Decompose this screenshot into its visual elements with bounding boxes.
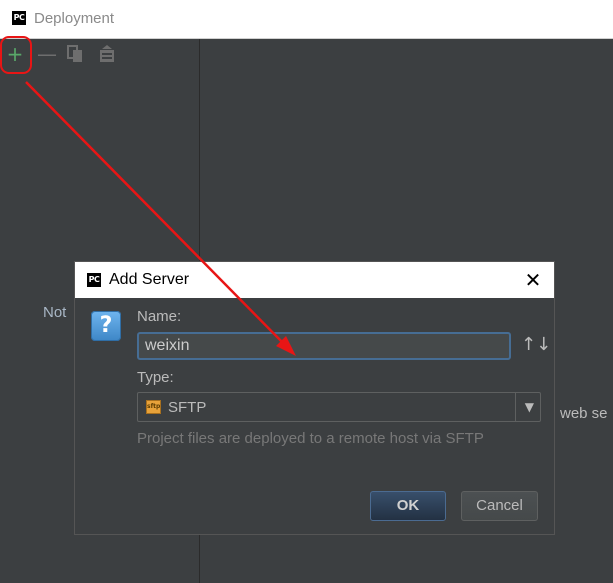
empty-server-list-text: Not [43, 304, 67, 321]
cancel-button[interactable]: Cancel [461, 491, 538, 521]
sort-icon[interactable]: ↑↓ [521, 334, 551, 356]
dialog-title: Add Server [109, 271, 190, 288]
type-description: Project files are deployed to a remote h… [137, 430, 484, 447]
move-icon[interactable] [96, 43, 118, 65]
pycharm-logo-icon: PC [87, 273, 101, 287]
annotation-highlight-circle [0, 36, 32, 74]
window-title: Deployment [34, 10, 115, 27]
name-label: Name: [137, 308, 182, 325]
right-panel-hint-text: web se [560, 405, 608, 422]
server-name-input[interactable] [137, 332, 511, 360]
type-label: Type: [137, 369, 174, 386]
minus-icon[interactable]: — [36, 43, 58, 65]
sftp-icon: sftp [146, 400, 161, 414]
chevron-down-icon[interactable]: ▼ [525, 399, 534, 415]
ok-button[interactable]: OK [370, 491, 446, 521]
window-titlebar: PC Deployment [0, 0, 613, 39]
server-type-select[interactable]: sftp SFTP ▼ [137, 392, 541, 422]
add-server-dialog: PC Add Server ✕ ? Name: ↑↓ Type: sftp SF… [74, 261, 555, 535]
dropdown-separator [515, 393, 516, 421]
dialog-titlebar: PC Add Server ✕ [75, 262, 554, 298]
question-icon: ? [91, 311, 121, 341]
pycharm-logo-icon: PC [12, 11, 26, 25]
server-type-value: SFTP [168, 399, 207, 416]
copy-icon[interactable] [64, 43, 86, 65]
close-icon[interactable]: ✕ [522, 269, 544, 291]
